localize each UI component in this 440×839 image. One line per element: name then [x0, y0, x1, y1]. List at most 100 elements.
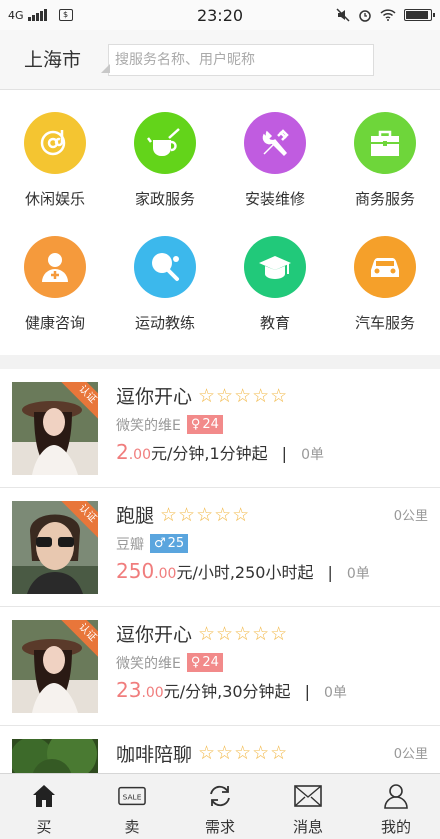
status-time: 23:20 [196, 5, 244, 25]
tab-label: 买 [36, 818, 52, 836]
provider-row: 微笑的维E ♀ 24 [116, 648, 428, 678]
category-icon-circle [244, 236, 306, 298]
tab-home[interactable]: 买 [0, 774, 88, 839]
tab-refresh[interactable]: 需求 [176, 774, 264, 839]
price-integer: 2 [116, 439, 129, 464]
car-icon [367, 252, 403, 282]
listing-title-row: 逗你开心 ☆☆☆☆☆ [116, 382, 428, 410]
listing-title-row: 逗你开心 ☆☆☆☆☆ [116, 620, 428, 648]
category-item[interactable]: 汽车服务 [330, 236, 440, 360]
separator: | [327, 562, 333, 582]
tab-mail[interactable]: 消息 [264, 774, 352, 839]
gender-age-badge: ♀ 24 [186, 653, 223, 672]
teapot-broom-icon [147, 126, 183, 160]
price-row: 23.00 元/分钟,30分钟起 | 0单 [116, 678, 428, 710]
avatar-photo: 认证 [12, 619, 98, 713]
battery-icon [403, 9, 435, 21]
tab-label: 消息 [292, 818, 323, 836]
service-list: 认证 逗你开心 ☆☆☆☆☆ 微笑的维E ♀ 24 2.00 元/分钟,1分钟起 | 0单… [0, 369, 440, 839]
tab-sale-tag[interactable]: SALE 卖 [88, 774, 176, 839]
separator: | [304, 681, 310, 701]
rating-stars: ☆☆☆☆☆ [160, 503, 251, 526]
gender-age-badge: ♂ 25 [150, 534, 189, 553]
distance: 0公里 [393, 747, 428, 762]
category-grid: 休闲娱乐 家政服务 安装维修 商务服务 健康咨询 运动教练 教育 汽车服务 [0, 90, 440, 355]
person-icon [382, 782, 410, 810]
provider-name: 微笑的维E [116, 417, 181, 434]
status-left: 4G $ [8, 9, 148, 22]
avatar-photo: 认证 [12, 381, 98, 475]
category-label: 安装维修 [244, 190, 305, 208]
price-decimal: .00 [141, 684, 164, 701]
listing-info: 逗你开心 ☆☆☆☆☆ 微笑的维E ♀ 24 2.00 元/分钟,1分钟起 | 0单 [116, 382, 428, 475]
listing-info: 跑腿 ☆☆☆☆☆ 0公里 豆瓣 ♂ 25 250.00 元/小时,250小时起 | 0单 [116, 501, 428, 594]
sale-tag-icon: SALE [118, 782, 146, 810]
list-item[interactable]: 认证 逗你开心 ☆☆☆☆☆ 微笑的维E ♀ 24 23.00 元/分钟,30分钟起 |… [0, 607, 440, 726]
service-name: 咖啡陪聊 [116, 743, 193, 766]
category-item[interactable]: 商务服务 [330, 112, 440, 236]
sim-icon: $ [58, 9, 73, 21]
mail-icon [294, 782, 322, 810]
tab-person[interactable]: 我的 [352, 774, 440, 839]
age-value: 24 [202, 417, 219, 432]
wifi-icon [380, 9, 396, 21]
category-item[interactable]: 休闲娱乐 [0, 112, 110, 236]
listing-title-row: 咖啡陪聊 ☆☆☆☆☆ [116, 739, 428, 767]
service-name: 逗你开心 [116, 386, 193, 408]
rating-stars: ☆☆☆☆☆ [198, 622, 289, 645]
category-item[interactable]: 教育 [220, 236, 330, 360]
category-item[interactable]: 家政服务 [110, 112, 220, 236]
category-label: 商务服务 [354, 190, 415, 208]
category-label: 健康咨询 [24, 314, 85, 332]
list-item[interactable]: 认证 跑腿 ☆☆☆☆☆ 0公里 豆瓣 ♂ 25 250.00 元/小时,250小时起… [0, 488, 440, 607]
category-label: 运动教练 [134, 314, 195, 332]
mute-icon [336, 8, 350, 22]
category-item[interactable]: 运动教练 [110, 236, 220, 360]
category-label: 家政服务 [134, 190, 195, 208]
age-value: 25 [167, 536, 185, 551]
status-bar: 4G $ 23:20 [0, 0, 440, 30]
provider-name: 豆瓣 [116, 536, 144, 553]
wrench-tools-icon [258, 126, 292, 160]
refresh-icon [206, 782, 234, 810]
briefcase-icon [368, 126, 402, 160]
rating-stars: ☆☆☆☆☆ [198, 742, 289, 764]
category-icon-circle [244, 112, 306, 174]
tab-label: 卖 [124, 818, 140, 836]
price-integer: 250 [116, 558, 155, 583]
status-right [292, 8, 435, 22]
city-label: 上海市 [24, 48, 82, 71]
header-bar: 上海市 [0, 30, 440, 90]
category-icon-circle [134, 236, 196, 298]
category-icon-circle [354, 112, 416, 174]
price-unit: 元/小时,250小时起 [176, 562, 314, 582]
category-item[interactable]: 健康咨询 [0, 236, 110, 360]
listing-title-row: 跑腿 ☆☆☆☆☆ [116, 501, 428, 529]
price-unit: 元/分钟,30分钟起 [163, 681, 291, 701]
list-item[interactable]: 认证 逗你开心 ☆☆☆☆☆ 微笑的维E ♀ 24 2.00 元/分钟,1分钟起 | 0单 [0, 369, 440, 488]
bottom-tab-bar: 买 SALE 卖 需求 消息 我的 [0, 773, 440, 839]
gender-icon: ♀ [190, 655, 201, 670]
graduation-cap-icon [257, 250, 293, 284]
distance: 0公里 [393, 508, 428, 524]
avatar-photo: 认证 [12, 500, 98, 594]
separator: | [281, 443, 288, 463]
category-item[interactable]: 安装维修 [220, 112, 330, 236]
provider-row: 豆瓣 ♂ 25 [116, 529, 428, 559]
city-selector[interactable]: 上海市 [24, 43, 110, 77]
network-type: 4G [8, 8, 24, 22]
app-screen: 4G $ 23:20 上海市 休闲娱乐 家政服务 安装维修 商务服务 健康咨询 … [0, 0, 440, 839]
price-unit: 元/分钟,1分钟起 [151, 443, 268, 463]
medical-person-icon [38, 250, 72, 284]
search-input[interactable] [108, 43, 374, 76]
category-label: 汽车服务 [354, 314, 415, 332]
category-icon-circle [134, 112, 196, 174]
order-count: 0单 [301, 446, 324, 463]
category-icon-circle [24, 112, 86, 174]
provider-row: 微笑的维E ♀ 24 [116, 410, 428, 440]
listing-info: 逗你开心 ☆☆☆☆☆ 微笑的维E ♀ 24 23.00 元/分钟,30分钟起 | 0单 [116, 620, 428, 713]
tab-label: 需求 [204, 818, 235, 836]
gender-icon: ♂ [154, 536, 166, 551]
ping-pong-icon [148, 250, 182, 284]
category-label: 休闲娱乐 [24, 190, 85, 208]
